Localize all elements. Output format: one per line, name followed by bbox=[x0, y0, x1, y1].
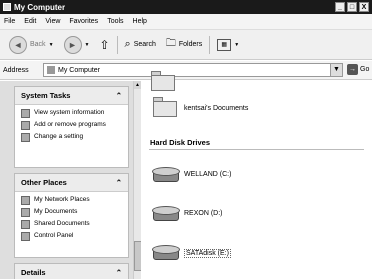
back-button[interactable]: ◄ Back ▼ bbox=[6, 34, 57, 56]
folders-icon: 🗀 bbox=[165, 38, 176, 49]
place-my-documents[interactable]: My Documents bbox=[21, 208, 122, 217]
place-label: My Network Places bbox=[34, 196, 90, 203]
task-label: Add or remove programs bbox=[34, 121, 106, 128]
place-label: My Documents bbox=[34, 208, 78, 215]
address-bar: Address My Computer ▼ → Go bbox=[0, 61, 372, 80]
network-icon bbox=[21, 196, 30, 205]
views-button[interactable]: ▦ ▼ bbox=[214, 37, 242, 53]
forward-arrow-icon: ► bbox=[63, 35, 82, 54]
title-bar: My Computer _ □ X bbox=[0, 0, 372, 14]
place-label: Shared Documents bbox=[34, 220, 90, 227]
toolbar-divider bbox=[116, 35, 118, 54]
back-arrow-icon: ◄ bbox=[9, 35, 27, 54]
drive-e[interactable]: SATAdisk (E:) bbox=[184, 249, 231, 258]
info-icon bbox=[21, 109, 30, 118]
task-add-remove-programs[interactable]: Add or remove programs bbox=[21, 121, 122, 130]
expand-chevron-icon[interactable]: ⌃ bbox=[116, 268, 122, 277]
folder-icon bbox=[21, 220, 30, 229]
menu-view[interactable]: View bbox=[45, 18, 60, 25]
go-label: Go bbox=[360, 66, 370, 73]
menu-help[interactable]: Help bbox=[133, 18, 147, 25]
toolbar: ◄ Back ▼ ► ▼ ⇧ ⌕ Search 🗀 Folders ▦ ▼ bbox=[0, 30, 372, 60]
details-header[interactable]: Details ⌃ bbox=[15, 264, 128, 279]
menu-file[interactable]: File bbox=[4, 18, 15, 25]
address-input[interactable]: My Computer ▼ bbox=[43, 63, 343, 77]
section-divider bbox=[149, 149, 364, 150]
control-panel-icon bbox=[21, 133, 30, 142]
chevron-down-icon: ▼ bbox=[48, 41, 54, 48]
place-my-network-places[interactable]: My Network Places bbox=[21, 196, 122, 205]
close-button[interactable]: X bbox=[359, 2, 369, 12]
toolbar-divider bbox=[209, 35, 211, 54]
place-control-panel[interactable]: Control Panel bbox=[21, 232, 122, 241]
task-change-setting[interactable]: Change a setting bbox=[21, 133, 122, 142]
go-button[interactable]: → Go bbox=[347, 64, 369, 75]
hard-drive-icon[interactable] bbox=[152, 206, 180, 222]
folders-button[interactable]: 🗀 Folders bbox=[163, 34, 205, 55]
drive-c[interactable]: WELLAND (C:) bbox=[184, 171, 231, 178]
window-title: My Computer bbox=[14, 2, 66, 12]
programs-icon bbox=[21, 121, 30, 130]
other-places-header[interactable]: Other Places ⌃ bbox=[15, 174, 128, 192]
other-places-panel: Other Places ⌃ My Network Places My Docu… bbox=[14, 173, 129, 258]
address-label: Address bbox=[3, 66, 29, 74]
control-panel-icon bbox=[21, 232, 30, 241]
drive-d[interactable]: REXON (D:) bbox=[184, 210, 223, 217]
menu-tools[interactable]: Tools bbox=[107, 18, 123, 25]
task-view-system-info[interactable]: View system information bbox=[21, 109, 122, 118]
up-folder-icon: ⇧ bbox=[99, 37, 110, 52]
search-button[interactable]: ⌕ Search bbox=[122, 36, 159, 53]
folder-kentsai-documents[interactable]: kentsai's Documents bbox=[184, 105, 248, 112]
collapse-chevron-icon[interactable]: ⌃ bbox=[116, 91, 122, 100]
details-panel: Details ⌃ bbox=[14, 263, 129, 279]
folder-icon[interactable] bbox=[153, 97, 177, 117]
back-label: Back bbox=[30, 41, 46, 48]
other-places-title: Other Places bbox=[21, 178, 67, 187]
chevron-down-icon: ▼ bbox=[84, 41, 90, 48]
menu-favorites[interactable]: Favorites bbox=[69, 18, 98, 25]
hard-drive-icon[interactable] bbox=[152, 167, 180, 183]
search-label: Search bbox=[133, 41, 156, 48]
computer-icon bbox=[3, 3, 11, 11]
up-folder-button[interactable]: ⇧ bbox=[96, 36, 112, 54]
folder-icon bbox=[21, 208, 30, 217]
maximize-button[interactable]: □ bbox=[347, 2, 357, 12]
task-pane: System Tasks ⌃ View system information A… bbox=[0, 81, 140, 279]
place-label: Control Panel bbox=[34, 232, 74, 239]
place-shared-documents[interactable]: Shared Documents bbox=[21, 220, 122, 229]
menu-bar: File Edit View Favorites Tools Help bbox=[0, 14, 372, 30]
task-label: Change a setting bbox=[34, 133, 84, 140]
go-arrow-icon: → bbox=[347, 64, 358, 75]
search-icon: ⌕ bbox=[124, 38, 131, 50]
system-tasks-title: System Tasks bbox=[21, 91, 71, 100]
views-icon: ▦ bbox=[217, 38, 232, 51]
system-tasks-header[interactable]: System Tasks ⌃ bbox=[15, 87, 128, 105]
task-label: View system information bbox=[34, 109, 105, 116]
vertical-scrollbar[interactable]: ▲ bbox=[133, 81, 142, 279]
chevron-down-icon: ▼ bbox=[234, 41, 240, 48]
system-tasks-panel: System Tasks ⌃ View system information A… bbox=[14, 86, 129, 168]
menu-edit[interactable]: Edit bbox=[24, 18, 36, 25]
forward-button[interactable]: ► ▼ bbox=[61, 34, 93, 56]
computer-icon bbox=[47, 66, 55, 74]
address-value: My Computer bbox=[58, 66, 101, 74]
minimize-button[interactable]: _ bbox=[335, 2, 345, 12]
address-dropdown-icon[interactable]: ▼ bbox=[330, 64, 342, 76]
partial-folder-icon[interactable] bbox=[151, 71, 175, 91]
collapse-chevron-icon[interactable]: ⌃ bbox=[116, 178, 122, 187]
content-pane: kentsai's Documents Hard Disk Drives WEL… bbox=[141, 71, 372, 279]
scroll-up-icon[interactable]: ▲ bbox=[134, 81, 141, 89]
details-title: Details bbox=[21, 268, 46, 277]
section-hard-disk-drives: Hard Disk Drives bbox=[150, 138, 211, 147]
hard-drive-icon[interactable] bbox=[152, 245, 180, 261]
folders-label: Folders bbox=[178, 41, 203, 48]
